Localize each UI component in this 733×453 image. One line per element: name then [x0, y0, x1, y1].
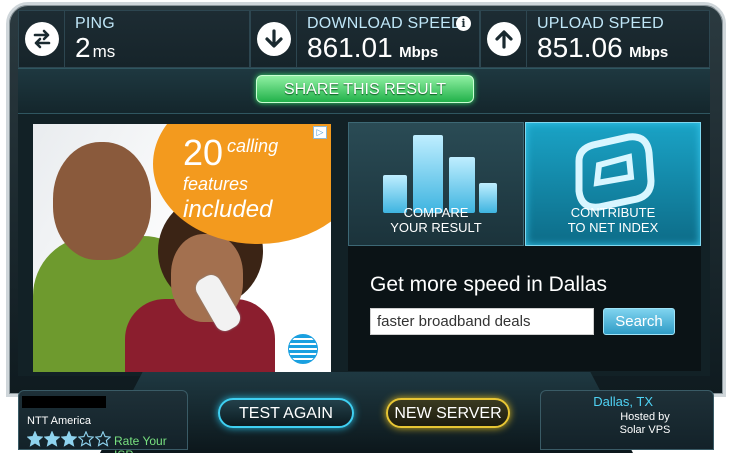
host-name: Solar VPS [619, 424, 671, 436]
adchoices-icon[interactable]: ▷ [313, 126, 327, 139]
ping-label: PING [75, 15, 115, 32]
att-logo-icon [288, 334, 318, 364]
rating-star-icon[interactable] [78, 431, 94, 447]
isp-name: NTT America [27, 415, 91, 427]
share-result-button[interactable]: SHARE THIS RESULT [256, 75, 474, 103]
new-server-button[interactable]: NEW SERVER [386, 398, 510, 428]
rating-star-icon[interactable] [27, 431, 43, 447]
ad-offer-line2: features [183, 174, 249, 194]
bar-chart-icon [379, 131, 499, 213]
search-input[interactable] [370, 308, 594, 335]
speedtest-app: PING 2 ms DOWNLOAD SPEED 861.01 Mbps i U… [0, 0, 733, 453]
search-panel: Get more speed in Dallas Search [348, 246, 701, 371]
upload-metric: UPLOAD SPEED 851.06 Mbps [480, 10, 710, 68]
upload-value: 851.06 [537, 32, 623, 63]
contribute-net-index-tile[interactable]: CONTRIBUTE TO NET INDEX [525, 122, 701, 246]
ping-unit: ms [92, 42, 116, 61]
ping-arrows-icon [24, 22, 59, 56]
upload-label: UPLOAD SPEED [537, 15, 664, 32]
ad-offer-line1: calling [227, 136, 279, 156]
rating-star-icon[interactable] [95, 431, 111, 447]
main-area: 20 calling features included ▷ COMPARE Y… [18, 114, 710, 376]
ping-metric: PING 2 ms [18, 10, 250, 68]
compare-result-tile[interactable]: COMPARE YOUR RESULT [348, 122, 524, 246]
ping-icon-box [19, 10, 65, 68]
compare-line1: COMPARE [403, 205, 469, 220]
upload-icon-box [481, 10, 527, 68]
net-index-icon [575, 133, 655, 211]
rating-star-icon[interactable] [44, 431, 60, 447]
ad-offer-text: 20 calling features included [183, 134, 278, 222]
advertisement[interactable]: 20 calling features included ▷ [33, 124, 331, 372]
ad-offer-number: 20 [183, 132, 224, 173]
isp-panel: NTT America Rate Your ISP [18, 390, 188, 453]
search-button[interactable]: Search [603, 308, 675, 335]
contribute-line2: TO NET INDEX [567, 220, 659, 235]
hosted-label: Hosted by [620, 411, 670, 423]
metrics-bar: PING 2 ms DOWNLOAD SPEED 861.01 Mbps i U… [18, 10, 710, 68]
server-panel: Dallas, TX Hosted by Solar VPS [540, 390, 714, 450]
rating-star-icon[interactable] [61, 431, 77, 447]
rate-isp-link[interactable]: Rate Your ISP [114, 434, 187, 453]
hosted-by: Hosted by Solar VPS [577, 411, 713, 437]
contribute-line1: CONTRIBUTE [570, 205, 656, 220]
upload-arrow-icon [486, 22, 521, 56]
download-icon-box [251, 10, 297, 68]
test-again-button[interactable]: TEST AGAIN [218, 398, 354, 428]
ad-offer-line3: included [183, 196, 273, 223]
compare-line2: YOUR RESULT [390, 220, 482, 235]
share-band: SHARE THIS RESULT [18, 68, 710, 114]
upload-unit: Mbps [629, 44, 669, 61]
download-metric: DOWNLOAD SPEED 861.01 Mbps i [250, 10, 480, 68]
download-value: 861.01 [307, 32, 393, 63]
download-arrow-icon [256, 22, 291, 56]
server-city: Dallas, TX [593, 394, 653, 409]
download-unit: Mbps [399, 44, 439, 61]
ping-value: 2 [75, 32, 91, 63]
redacted-ip [22, 396, 106, 408]
search-title: Get more speed in Dallas [370, 273, 607, 296]
download-label: DOWNLOAD SPEED [307, 15, 463, 32]
isp-rating-stars[interactable] [27, 431, 112, 447]
info-icon[interactable]: i [456, 16, 471, 31]
ad-father-head [53, 142, 151, 260]
bottom-bar: NTT America Rate Your ISP TEST AGAIN NEW… [0, 372, 733, 453]
